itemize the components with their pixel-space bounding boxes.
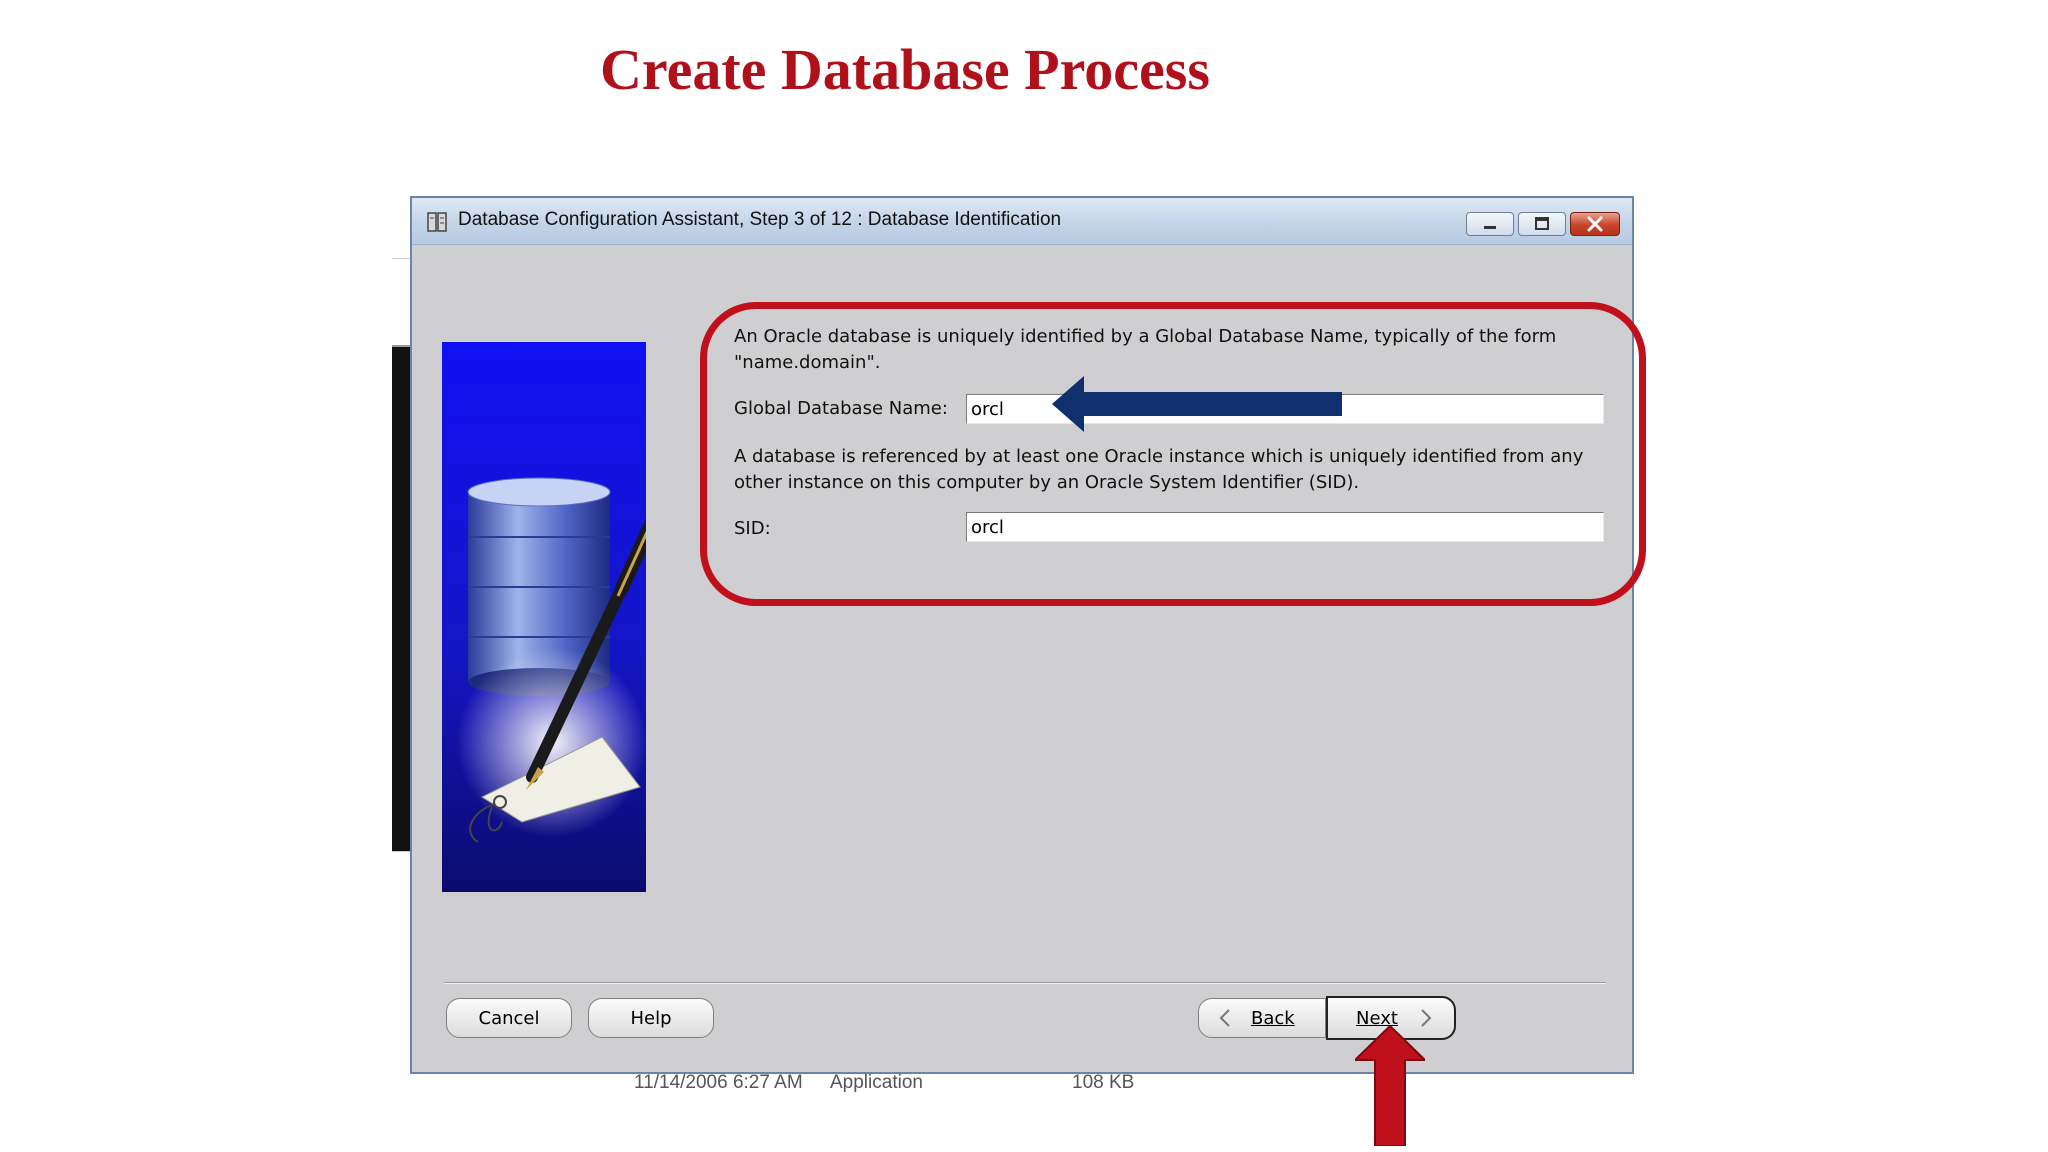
- window-title: Database Configuration Assistant, Step 3…: [458, 209, 1062, 230]
- background-file-type: Application: [830, 1072, 923, 1093]
- sid-description: A database is referenced by at least one…: [734, 446, 1584, 493]
- dbca-dialog-window: Database Configuration Assistant, Step 3…: [410, 196, 1646, 1074]
- help-button[interactable]: Help: [588, 998, 714, 1038]
- close-icon: [1587, 216, 1603, 232]
- maximize-button[interactable]: [1518, 212, 1566, 236]
- cancel-button[interactable]: Cancel: [446, 998, 572, 1038]
- back-button-label: Back: [1251, 1007, 1295, 1029]
- database-illustration-icon: [442, 342, 646, 892]
- footer-divider: [444, 982, 1606, 984]
- slide-title: Create Database Process: [600, 37, 1210, 102]
- app-icon: [427, 212, 447, 232]
- cancel-button-label: Cancel: [478, 1007, 540, 1029]
- chevron-left-icon: [1219, 1009, 1230, 1027]
- close-button[interactable]: [1570, 212, 1620, 236]
- background-window-strip: [392, 258, 412, 852]
- chevron-right-icon: [1421, 1009, 1432, 1027]
- sid-label: SID:: [734, 518, 771, 539]
- sid-input[interactable]: [966, 512, 1604, 542]
- back-button[interactable]: Back: [1198, 998, 1326, 1038]
- window-titlebar[interactable]: Database Configuration Assistant, Step 3…: [412, 198, 1632, 245]
- maximize-icon: [1535, 217, 1549, 230]
- pointer-arrow-up-icon: [1355, 1026, 1425, 1146]
- global-db-name-label: Global Database Name:: [734, 398, 948, 419]
- global-db-description: An Oracle database is uniquely identifie…: [734, 326, 1557, 373]
- minimize-icon: [1484, 226, 1496, 229]
- minimize-button[interactable]: [1466, 212, 1514, 236]
- pointer-arrow-icon: [1052, 376, 1342, 432]
- help-button-label: Help: [630, 1007, 672, 1029]
- background-file-date: 11/14/2006 6:27 AM: [634, 1072, 803, 1093]
- background-column-headers: [620, 168, 1140, 188]
- background-file-size: 108 KB: [1072, 1072, 1135, 1093]
